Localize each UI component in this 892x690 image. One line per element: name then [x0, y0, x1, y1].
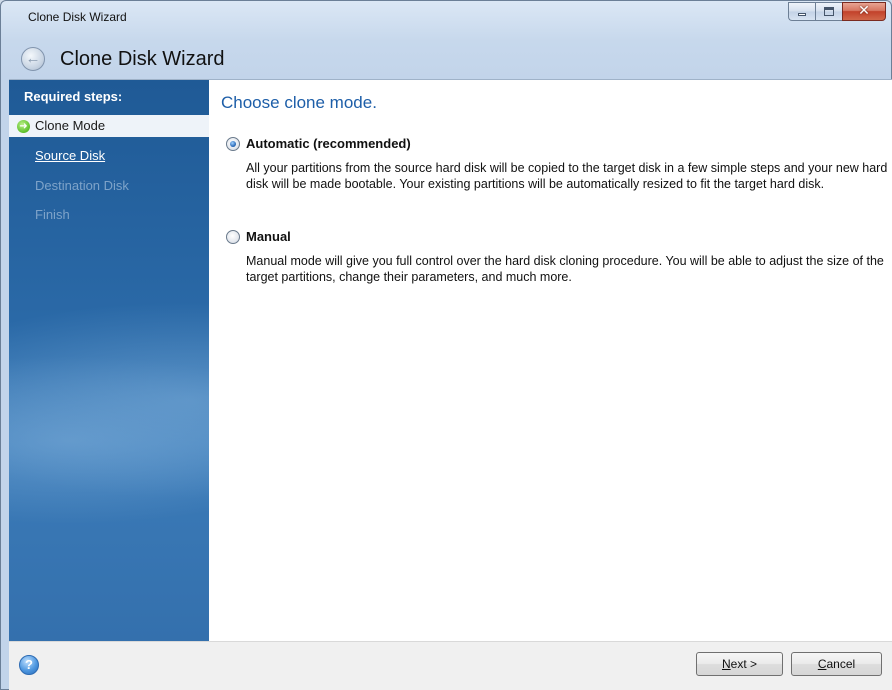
wizard-body: Required steps: ➜ Clone Mode Source Disk… [9, 79, 892, 641]
next-mnemonic: N [721, 657, 731, 671]
option-description: Manual mode will give you full control o… [246, 254, 884, 284]
page-title: Choose clone mode. [221, 93, 377, 112]
minimize-button[interactable] [788, 2, 815, 21]
sidebar-heading: Required steps: [24, 89, 123, 104]
option-description: All your partitions from the source hard… [246, 161, 888, 191]
step-source-disk[interactable]: Source Disk [9, 145, 209, 167]
wizard-footer: ? Next > Cancel [9, 641, 892, 690]
wizard-title: Clone Disk Wizard [60, 48, 225, 70]
maximize-button[interactable] [815, 2, 842, 21]
main-content: Choose clone mode. Automatic (recommende… [209, 80, 892, 641]
step-label: Clone Mode [35, 118, 106, 133]
next-label: ext > [730, 657, 758, 671]
cancel-button[interactable]: Cancel [791, 652, 882, 676]
back-button[interactable]: ← [21, 47, 45, 71]
close-button[interactable]: ✕ [842, 2, 886, 21]
step-clone-mode[interactable]: ➜ Clone Mode [9, 115, 209, 137]
cancel-label: ancel [826, 657, 856, 671]
green-arrow-icon: ➜ [17, 120, 30, 133]
step-finish: Finish [9, 204, 209, 226]
wizard-header: ← Clone Disk Wizard [1, 43, 891, 77]
help-button[interactable]: ? [19, 655, 39, 675]
manual-radio[interactable] [226, 230, 240, 244]
close-icon: ✕ [858, 2, 870, 18]
caption-buttons: ✕ [788, 2, 886, 22]
automatic-radio[interactable] [226, 137, 240, 151]
option-label[interactable]: Automatic (recommended) [246, 136, 411, 151]
steps-sidebar: Required steps: ➜ Clone Mode Source Disk… [9, 80, 209, 641]
step-label: Source Disk [35, 148, 106, 163]
step-label: Destination Disk [35, 178, 129, 193]
title-bar[interactable]: Clone Disk Wizard ✕ [1, 1, 891, 43]
help-icon: ? [25, 657, 33, 672]
option-label[interactable]: Manual [246, 229, 291, 244]
step-destination-disk: Destination Disk [9, 175, 209, 197]
back-arrow-icon: ← [25, 50, 41, 67]
next-button[interactable]: Next > [696, 652, 783, 676]
maximize-icon [824, 7, 834, 16]
window-title: Clone Disk Wizard [28, 10, 127, 24]
minimize-icon [798, 13, 806, 16]
step-label: Finish [35, 207, 70, 222]
